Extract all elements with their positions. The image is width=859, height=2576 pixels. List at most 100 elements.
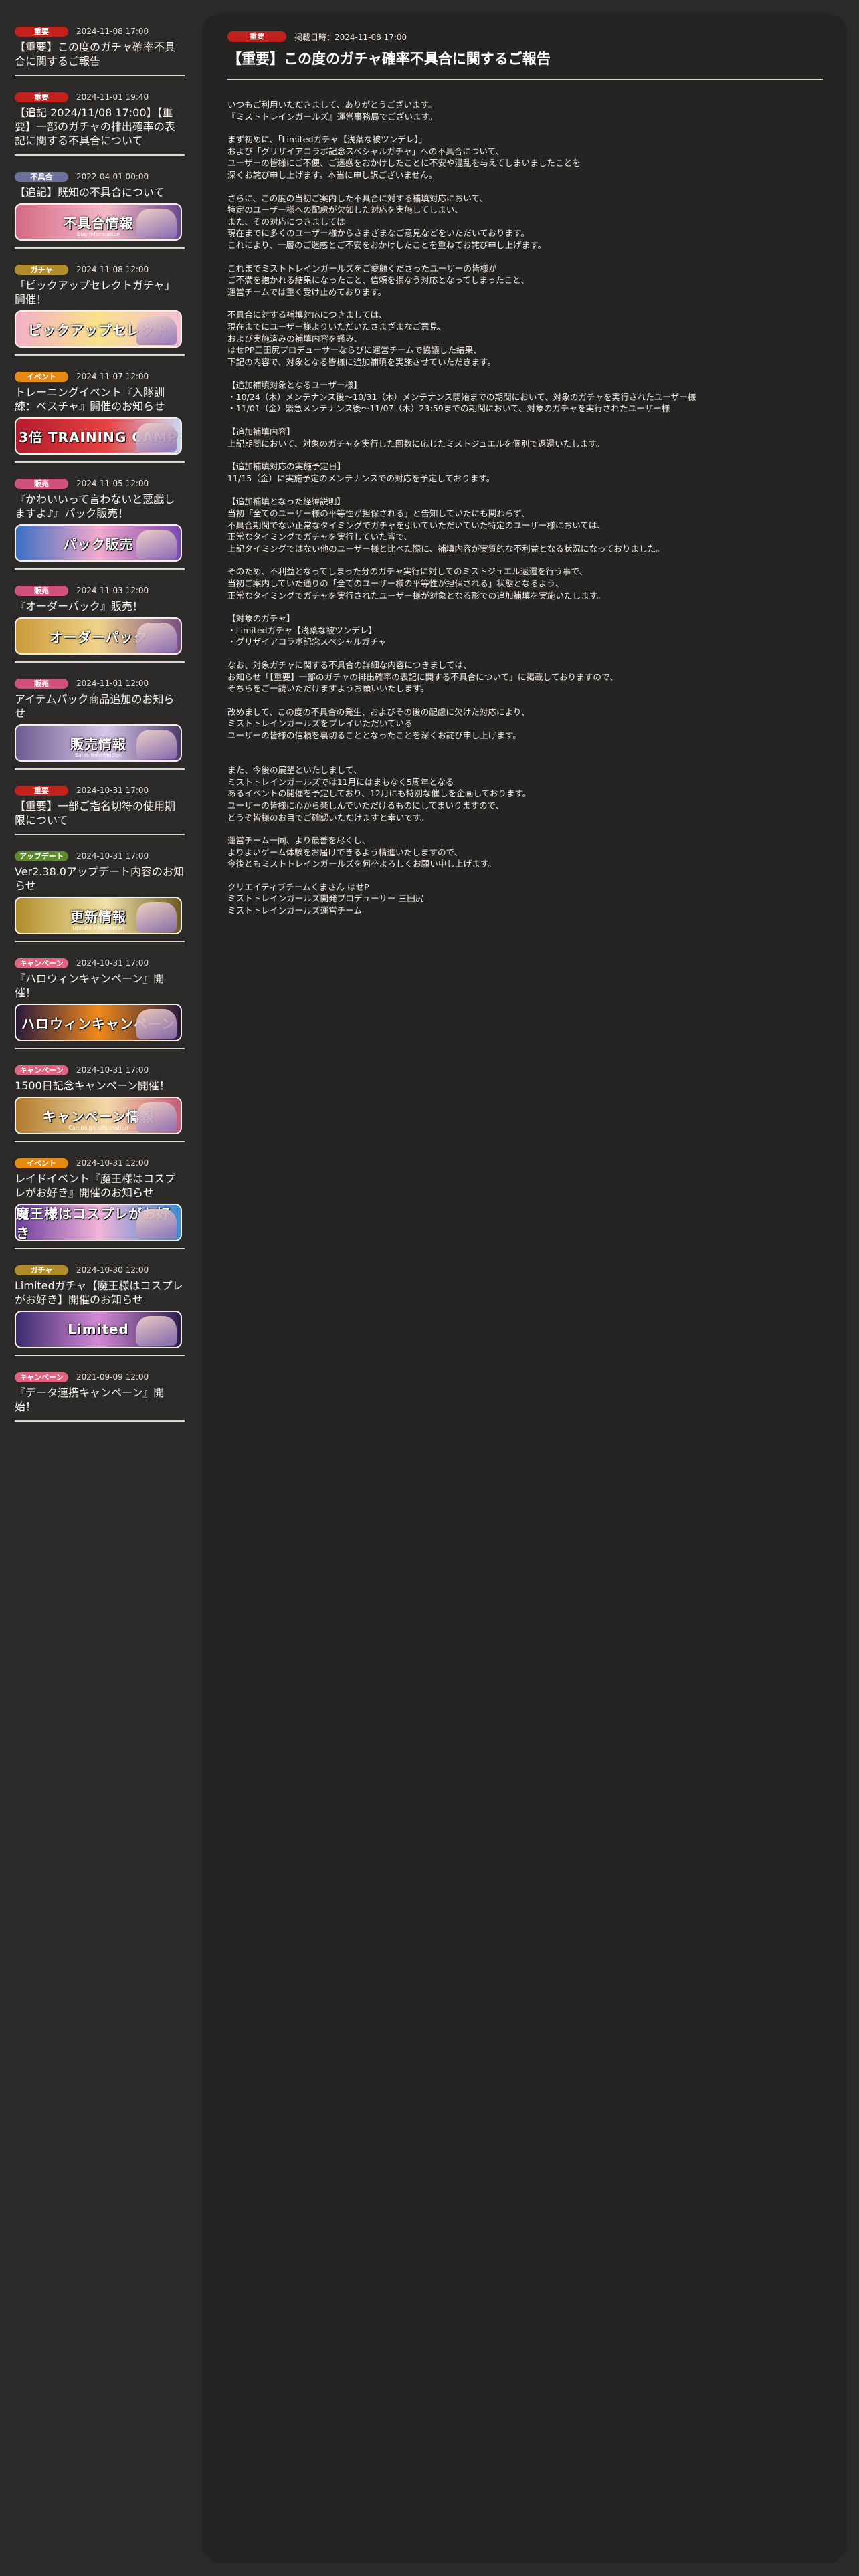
article-paragraph: なお、対象ガチャに関する不具合の詳細な内容につきましては、 お知らせ「【重要】一部… (227, 659, 827, 695)
news-meta: キャンペーン 2021-09-09 12:00 (15, 1370, 185, 1384)
article-line: あるイベントの開催を予定しており、12月にも特別な催しを企画しております。 (227, 788, 531, 799)
character-art-image (136, 902, 177, 932)
article-line: 今後ともミストトレインガールズを何卒よろしくお願い申し上げます。 (227, 859, 496, 869)
news-banner[interactable]: ハロウィンキャンペーン (15, 1004, 182, 1041)
article-line: 当初「全てのユーザー様の平等性が担保される」と告知していたにも関わらず、 (227, 508, 530, 519)
news-list-item[interactable]: 販売 2024-11-01 12:00 アイテムパック商品追加のお知らせ 販売情報 Sa… (15, 672, 185, 770)
news-meta: アップデート 2024-10-31 17:00 (15, 849, 185, 863)
news-date: 2024-11-08 12:00 (76, 265, 149, 274)
news-date: 2024-11-03 12:00 (76, 586, 149, 595)
character-art-image (136, 423, 177, 452)
news-list-item[interactable]: 販売 2024-11-05 12:00 『かわいいって言わないと悪戯しますよ♪』パッ… (15, 472, 185, 570)
article-line: ・11/01（金）緊急メンテナンス後〜11/07（木）23:59までの期間におい… (227, 403, 670, 414)
banner-label: 販売情報 (70, 736, 126, 752)
news-date: 2024-10-31 17:00 (76, 958, 149, 968)
news-title[interactable]: 【重要】一部ご指名切符の使用期限について (15, 799, 185, 827)
article-date: 掲載日時：2024-11-08 17:00 (294, 32, 407, 42)
article-line: ミストトレインガールズ運営チーム (227, 905, 363, 916)
article-paragraph: 【対象のガチャ】 ・Limitedガチャ【浅葉な被ツンデレ】 ・グリザイアコラボ記念… (227, 613, 827, 648)
character-art-image (136, 209, 177, 238)
article-line: まず初めに、「Limitedガチャ【浅葉な被ツンデレ】」 (227, 134, 427, 145)
news-title[interactable]: トレーニングイベント『入隊訓練：ベスチャ』開催のお知らせ (15, 385, 185, 413)
character-art-image (136, 730, 177, 759)
category-badge: 不具合 (15, 171, 68, 182)
article-line: 当初ご案内していた通りの「全てのユーザー様の平等性が担保される」状態となるよう、 (227, 578, 564, 588)
article-line: 上記タイミングではない他のユーザー様と比べた際に、補填内容が実質的な不利益となる… (227, 543, 664, 554)
news-list-item[interactable]: 販売 2024-11-03 12:00 『オーダーパック』販売！ オーダーパック (15, 579, 185, 663)
news-title[interactable]: 『オーダーパック』販売！ (15, 599, 185, 613)
news-title[interactable]: 【追記】既知の不具合について (15, 185, 185, 199)
news-list-item[interactable]: イベント 2024-11-07 12:00 トレーニングイベント『入隊訓練：ベスチャ… (15, 365, 185, 463)
article-line: ・Limitedガチャ【浅葉な被ツンデレ】 (227, 625, 377, 635)
news-date: 2024-10-31 17:00 (76, 851, 149, 861)
category-badge: アップデート (15, 851, 68, 861)
category-badge: 重要 (15, 92, 68, 102)
article-paragraph: 【追加補填内容】 上記期間において、対象のガチャを実行した回数に応じたミストジュエ… (227, 426, 827, 449)
news-meta: キャンペーン 2024-10-31 17:00 (15, 956, 185, 970)
news-date: 2024-10-31 17:00 (76, 786, 149, 795)
article-line: これまでミストトレインガールズをご愛顧くださったユーザーの皆様が (227, 263, 497, 274)
category-badge: 重要 (227, 31, 286, 42)
article-paragraph: 【追加補填対象となるユーザー様】 ・10/24（木）メンテナンス後〜10/31（木… (227, 379, 827, 415)
news-title[interactable]: アイテムパック商品追加のお知らせ (15, 692, 185, 720)
article-paragraph: 改めまして、この度の不具合の発生、およびその後の配慮に欠けた対応により、 ミストト… (227, 706, 827, 742)
news-list-item[interactable]: イベント 2024-10-31 12:00 レイドイベント『魔王様はコスプレがお好き… (15, 1152, 185, 1249)
news-title[interactable]: 1500日記念キャンペーン開催！ (15, 1079, 185, 1093)
banner-label: 不具合情報 (63, 215, 134, 231)
article-line: また、今後の展望といたしまして、 (227, 765, 362, 776)
character-art-image (136, 1102, 177, 1132)
news-banner[interactable]: 3倍 TRAINING CAMP (15, 417, 182, 455)
news-title[interactable]: 【重要】この度のガチャ確率不具合に関するご報告 (15, 40, 185, 68)
category-badge: 販売 (15, 678, 68, 689)
news-list-item[interactable]: キャンペーン 2021-09-09 12:00 『データ連携キャンペーン』開始！ (15, 1366, 185, 1422)
article-line: 現在までに多くのユーザー様からさまざまなご意見などをいただいております。 (227, 228, 530, 239)
article-line: そのため、不利益となってしまった分のガチャ実行に対してのミストジュエル返還を行う… (227, 566, 588, 577)
article-line (227, 753, 827, 765)
character-art-image (136, 530, 177, 559)
news-list-item[interactable]: 重要 2024-11-08 17:00 【重要】この度のガチャ確率不具合に関するご報… (15, 20, 185, 76)
news-title[interactable]: Limitedガチャ【魔王様はコスプレがお好き】開催のお知らせ (15, 1279, 185, 1307)
article-line: クリエイティブチームくまさん はせP (227, 881, 369, 892)
news-list-item[interactable]: ガチャ 2024-10-30 12:00 Limitedガチャ【魔王様はコスプレがお… (15, 1259, 185, 1356)
news-title[interactable]: 「ピックアップセレクトガチャ」開催！ (15, 278, 185, 306)
category-badge: キャンペーン (15, 1372, 68, 1382)
news-banner[interactable]: 不具合情報 Bug Information (15, 203, 182, 241)
news-list-item[interactable]: キャンペーン 2024-10-31 17:00 1500日記念キャンペーン開催！ キャ… (15, 1059, 185, 1142)
article-line: ユーザーの皆様の信頼を裏切ることとなったことを深くお詫び申し上げます。 (227, 730, 521, 740)
article-paragraph: 【追加補填対応の実施予定日】 11/15（金）に実施予定のメンテナンスでの対応を予… (227, 461, 827, 484)
news-banner[interactable]: 販売情報 Sales Information (15, 724, 182, 762)
news-title[interactable]: 『データ連携キャンペーン』開始！ (15, 1386, 185, 1414)
news-banner[interactable]: キャンペーン情報 Campaign Information (15, 1097, 182, 1134)
news-list-item[interactable]: アップデート 2024-10-31 17:00 Ver2.38.0アップデート内容の… (15, 845, 185, 942)
news-list-item[interactable]: 重要 2024-10-31 17:00 【重要】一部ご指名切符の使用期限について (15, 779, 185, 835)
article-panel: 重要 掲載日時：2024-11-08 17:00 【重要】この度のガチャ確率不具… (202, 13, 847, 2563)
article-line: はせPP三田尻プロデューサーならびに運営チームで協議した結果、 (227, 345, 482, 356)
news-banner[interactable]: 更新情報 Update Information (15, 897, 182, 934)
news-title[interactable]: 『かわいいって言わないと悪戯しますよ♪』パック販売！ (15, 492, 185, 520)
news-title[interactable]: 【追記 2024/11/08 17:00】【重要】一部のガチャの排出確率の表記に… (15, 106, 185, 148)
news-banner[interactable]: ピックアップセレクト (15, 310, 182, 348)
article-line: ご不満を抱かれる結果になったこと、信頼を損なう対応となってしまったこと、 (227, 275, 529, 286)
news-list-item[interactable]: 不具合 2022-04-01 00:00 【追記】既知の不具合について不具合情報 Bu… (15, 165, 185, 249)
news-list-item[interactable]: ガチャ 2024-11-08 12:00 「ピックアップセレクトガチャ」開催！ ピック… (15, 258, 185, 356)
news-meta: ガチャ 2024-10-30 12:00 (15, 1263, 185, 1277)
news-banner[interactable]: 魔王様はコスプレがお好き (15, 1204, 182, 1241)
news-banner[interactable]: パック販売 (15, 524, 182, 562)
news-date: 2022-04-01 00:00 (76, 172, 149, 181)
article-paragraph: 運営チーム一同、より最善を尽くし、 よりよいゲーム体験をお届けできるよう精進いたし… (227, 835, 827, 870)
article-line: 【対象のガチャ】 (227, 613, 295, 624)
news-title[interactable]: レイドイベント『魔王様はコスプレがお好き』開催のお知らせ (15, 1172, 185, 1200)
category-badge: 重要 (15, 785, 68, 796)
article-line: よりよいゲーム体験をお届けできるよう精進いたしますので、 (227, 847, 463, 857)
news-list-item[interactable]: キャンペーン 2024-10-31 17:00 『ハロウィンキャンペーン』開催！ ハロ… (15, 952, 185, 1049)
article-paragraph: 不具合に対する補填対応につきましては、 現在までにユーザー様よりいただいたさまざま… (227, 309, 827, 368)
news-title[interactable]: Ver2.38.0アップデート内容のお知らせ (15, 865, 185, 893)
news-list-item[interactable]: 重要 2024-11-01 19:40 【追記 2024/11/08 17:00】【… (15, 86, 185, 156)
article-paragraph: クリエイティブチームくまさん はせP ミストトレインガールズ開発プロデューサー 三… (227, 881, 827, 917)
article-line: ミストトレインガールズ開発プロデューサー 三田尻 (227, 893, 424, 904)
article-line: そちらをご一読いただけますようお願いいたします。 (227, 683, 429, 694)
character-art-image (136, 1316, 177, 1346)
news-banner[interactable]: Limited (15, 1311, 182, 1348)
news-title[interactable]: 『ハロウィンキャンペーン』開催！ (15, 972, 185, 1000)
news-banner[interactable]: オーダーパック (15, 617, 182, 655)
